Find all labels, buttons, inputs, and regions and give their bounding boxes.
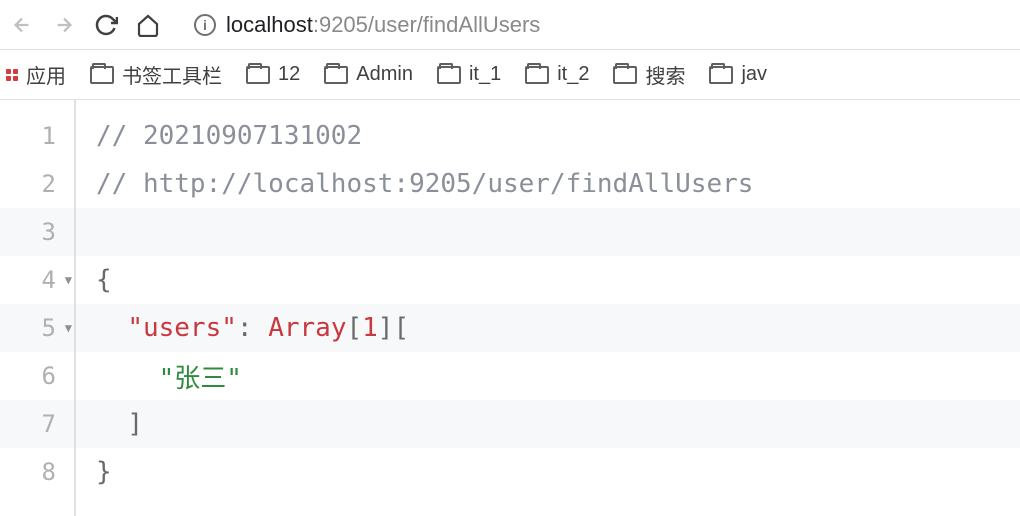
code-comment: // 20210907131002 bbox=[96, 121, 362, 151]
apps-label: 应用 bbox=[26, 60, 66, 89]
bookmark-folder-2[interactable]: Admin bbox=[324, 63, 413, 86]
array-label: Array bbox=[268, 313, 346, 343]
folder-icon bbox=[613, 66, 637, 84]
info-icon[interactable]: i bbox=[194, 14, 216, 36]
line-gutter: 1 2 3 4▼ 5▼ 6 7 8 bbox=[0, 100, 76, 516]
bookmark-label: it_1 bbox=[469, 63, 501, 86]
line-number: 5▼ bbox=[0, 304, 74, 352]
folder-icon bbox=[437, 66, 461, 84]
fold-toggle-icon[interactable]: ▼ bbox=[65, 321, 72, 335]
forward-button[interactable] bbox=[50, 11, 78, 39]
home-button[interactable] bbox=[134, 11, 162, 39]
bookmark-label: jav bbox=[741, 63, 767, 86]
array-count: 1 bbox=[362, 313, 378, 343]
bookmark-label: 搜索 bbox=[645, 60, 685, 89]
folder-icon bbox=[90, 66, 114, 84]
bookmark-folder-4[interactable]: it_2 bbox=[525, 63, 589, 86]
json-viewer: 1 2 3 4▼ 5▼ 6 7 8 // 20210907131002 // h… bbox=[0, 100, 1020, 516]
bookmark-folder-1[interactable]: 12 bbox=[246, 63, 300, 86]
code-content[interactable]: // 20210907131002 // http://localhost:92… bbox=[76, 100, 1020, 516]
line-number: 1 bbox=[0, 112, 74, 160]
folder-icon bbox=[525, 66, 549, 84]
back-button[interactable] bbox=[8, 11, 36, 39]
bracket-close: ] bbox=[127, 409, 143, 439]
folder-icon bbox=[246, 66, 270, 84]
line-number: 2 bbox=[0, 160, 74, 208]
bookmark-label: 书签工具栏 bbox=[122, 60, 222, 89]
brace-close: } bbox=[96, 457, 112, 487]
bookmarks-bar: 应用 书签工具栏 12 Admin it_1 it_2 搜索 jav bbox=[0, 50, 1020, 100]
bookmark-label: Admin bbox=[356, 63, 413, 86]
bookmark-label: 12 bbox=[278, 63, 300, 86]
folder-icon bbox=[709, 66, 733, 84]
folder-icon bbox=[324, 66, 348, 84]
url-path: :9205/user/findAllUsers bbox=[313, 12, 540, 37]
fold-toggle-icon[interactable]: ▼ bbox=[65, 273, 72, 287]
line-number: 8 bbox=[0, 448, 74, 496]
url-host: localhost bbox=[226, 12, 313, 37]
line-number: 3 bbox=[0, 208, 74, 256]
line-number: 6 bbox=[0, 352, 74, 400]
bookmark-label: it_2 bbox=[557, 63, 589, 86]
apps-icon bbox=[6, 69, 18, 81]
json-string: "张三" bbox=[159, 358, 242, 395]
bookmark-folder-3[interactable]: it_1 bbox=[437, 63, 501, 86]
bookmark-folder-6[interactable]: jav bbox=[709, 63, 767, 86]
reload-button[interactable] bbox=[92, 11, 120, 39]
apps-button[interactable]: 应用 bbox=[6, 60, 66, 89]
bookmark-folder-5[interactable]: 搜索 bbox=[613, 60, 685, 89]
bookmark-folder-0[interactable]: 书签工具栏 bbox=[90, 60, 222, 89]
json-key: "users" bbox=[127, 313, 237, 343]
line-number: 7 bbox=[0, 400, 74, 448]
code-comment: // http://localhost:9205/user/findAllUse… bbox=[96, 169, 753, 199]
address-bar[interactable]: i localhost:9205/user/findAllUsers bbox=[194, 12, 540, 38]
brace-open: { bbox=[96, 265, 112, 295]
line-number: 4▼ bbox=[0, 256, 74, 304]
